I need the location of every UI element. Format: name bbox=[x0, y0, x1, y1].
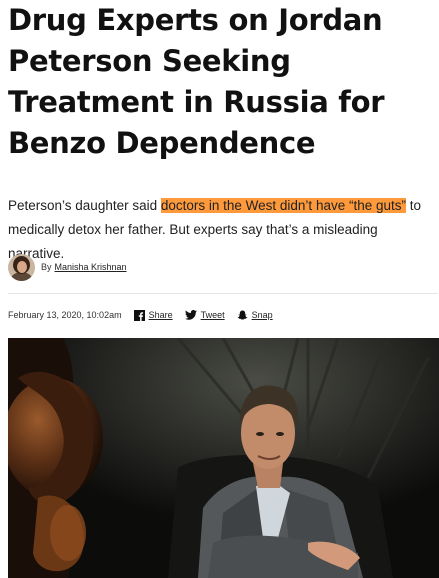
share-twitter-button[interactable]: Tweet bbox=[184, 310, 225, 320]
dek-text-start: Peterson’s daughter said bbox=[8, 198, 161, 213]
avatar-image bbox=[8, 253, 35, 281]
share-facebook-button[interactable]: Share bbox=[133, 309, 173, 321]
article-meta: February 13, 2020, 10:02am Share Tweet S… bbox=[8, 308, 285, 322]
twitter-icon bbox=[184, 310, 197, 320]
article-image bbox=[8, 338, 439, 578]
byline-prefix: By bbox=[41, 262, 52, 272]
article-headline: Drug Experts on Jordan Peterson Seeking … bbox=[8, 3, 385, 160]
snapchat-icon bbox=[237, 310, 247, 320]
divider bbox=[8, 293, 438, 294]
share-twitter-label: Tweet bbox=[200, 310, 225, 320]
facebook-icon bbox=[133, 309, 145, 321]
author-avatar[interactable] bbox=[8, 253, 35, 281]
publish-date: February 13, 2020, 10:02am bbox=[8, 310, 122, 320]
author-link[interactable]: Manisha Krishnan bbox=[55, 262, 127, 272]
share-snapchat-label: Snap bbox=[251, 310, 273, 320]
article-photo bbox=[8, 338, 439, 578]
share-facebook-label: Share bbox=[148, 310, 173, 320]
share-snapchat-button[interactable]: Snap bbox=[237, 310, 273, 321]
dek-highlight: doctors in the West didn’t have “the gut… bbox=[160, 198, 406, 213]
byline: By Manisha Krishnan bbox=[8, 253, 127, 281]
